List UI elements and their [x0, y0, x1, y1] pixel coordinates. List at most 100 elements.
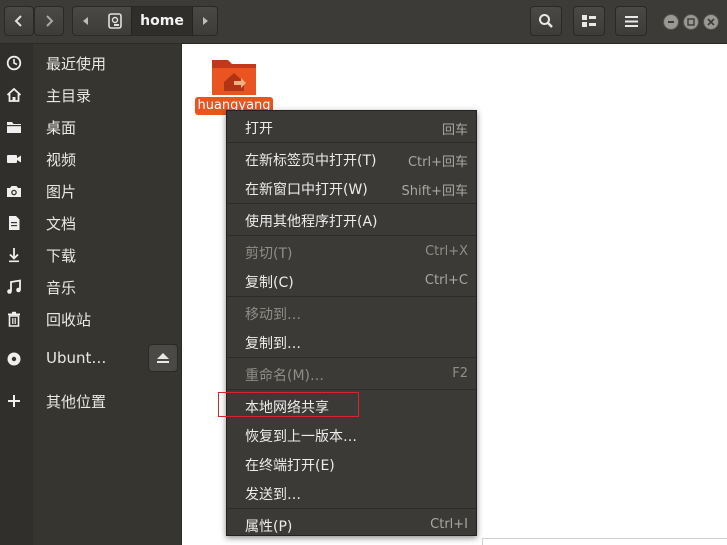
- context-menu: 打开 回车 在新标签页中打开(T) Ctrl+回车 在新窗口中打开(W) Shi…: [226, 110, 477, 536]
- header-bar: home: [0, 0, 727, 44]
- disc-icon: [5, 350, 22, 367]
- menu-item-label: 恢复到上一版本…: [245, 429, 357, 445]
- sidebar-item-desktop[interactable]: 桌面: [0, 110, 182, 142]
- menu-button[interactable]: [615, 6, 647, 36]
- menu-separator: [227, 203, 476, 204]
- menu-separator: [227, 357, 476, 358]
- menu-item-shortcut: Shift+回车: [401, 184, 468, 199]
- sidebar-item-downloads[interactable]: 下载: [0, 238, 182, 270]
- back-button[interactable]: [4, 6, 34, 36]
- annotation-highlight-box: [218, 392, 359, 417]
- view-toggle-button[interactable]: [573, 6, 605, 36]
- sidebar-item-documents[interactable]: 文档: [0, 206, 182, 238]
- document-icon: [5, 214, 22, 231]
- chevron-left-icon: [14, 15, 22, 27]
- menu-item-shortcut: Ctrl+C: [424, 273, 468, 288]
- triangle-left-icon: [83, 17, 88, 25]
- menu-item-open-new-tab[interactable]: 在新标签页中打开(T) Ctrl+回车: [227, 146, 476, 172]
- menu-item-label: 剪切(T): [245, 246, 293, 262]
- path-root-button[interactable]: [99, 7, 131, 35]
- menu-item-label: 在新窗口中打开(W): [245, 182, 368, 198]
- maximize-icon: [687, 18, 695, 26]
- sidebar-item-label: 文档: [46, 215, 77, 233]
- menu-separator: [227, 235, 476, 236]
- menu-item-send-to[interactable]: 发送到…: [227, 480, 476, 506]
- chevron-right-icon: [46, 15, 54, 27]
- sidebar-item-home[interactable]: 主目录: [0, 78, 182, 110]
- close-window-button[interactable]: [703, 14, 719, 30]
- background-window-edge: [482, 538, 727, 545]
- menu-item-label: 复制到…: [245, 336, 301, 352]
- menu-item-label: 在新标签页中打开(T): [245, 153, 377, 169]
- sidebar-item-ubuntu-drive[interactable]: Ubunt…: [0, 342, 182, 374]
- forward-button[interactable]: [34, 6, 64, 36]
- folder-icon: [5, 118, 22, 135]
- minimize-icon: [668, 21, 674, 23]
- menu-item-properties[interactable]: 属性(P) Ctrl+I: [227, 512, 476, 538]
- path-home-button[interactable]: home: [131, 7, 193, 35]
- grid-view-icon: [582, 15, 596, 27]
- sidebar-item-label: 下载: [46, 247, 77, 265]
- sidebar-item-other-locations[interactable]: 其他位置: [0, 384, 182, 416]
- drive-icon: [108, 13, 122, 29]
- menu-item-cut: 剪切(T) Ctrl+X: [227, 239, 476, 265]
- menu-item-rename: 重命名(M)… F2: [227, 361, 476, 387]
- menu-separator: [227, 508, 476, 509]
- home-icon: [5, 86, 22, 103]
- download-icon: [5, 246, 22, 263]
- close-icon: [707, 18, 715, 26]
- home-folder-item[interactable]: [210, 54, 258, 98]
- menu-item-open-with[interactable]: 使用其他程序打开(A): [227, 207, 476, 233]
- sidebar-item-label: 桌面: [46, 119, 77, 137]
- sidebar-item-music[interactable]: 音乐: [0, 270, 182, 302]
- sidebar-item-label: 其他位置: [46, 393, 107, 411]
- sidebar-item-videos[interactable]: 视频: [0, 142, 182, 174]
- menu-item-label: 移动到…: [245, 307, 301, 323]
- sidebar-item-trash[interactable]: 回收站: [0, 302, 182, 334]
- sidebar-item-label: 图片: [46, 183, 77, 201]
- sidebar-item-pictures[interactable]: 图片: [0, 174, 182, 206]
- triangle-right-icon: [203, 17, 208, 25]
- menu-item-open[interactable]: 打开 回车: [227, 114, 476, 140]
- clock-icon: [5, 54, 22, 71]
- sidebar-item-label: 音乐: [46, 279, 77, 297]
- path-scroll-left-button[interactable]: [73, 7, 99, 35]
- menu-item-label: 重命名(M)…: [245, 368, 325, 384]
- minimize-button[interactable]: [663, 14, 679, 30]
- menu-item-label: 在终端打开(E): [245, 458, 335, 474]
- menu-item-open-new-window[interactable]: 在新窗口中打开(W) Shift+回车: [227, 175, 476, 201]
- menu-item-revert-version[interactable]: 恢复到上一版本…: [227, 422, 476, 448]
- menu-item-label: 发送到…: [245, 487, 301, 503]
- camera-icon: [5, 182, 22, 199]
- menu-item-shortcut: Ctrl+I: [430, 517, 468, 532]
- trash-icon: [5, 310, 22, 327]
- plus-icon: [5, 392, 22, 409]
- sidebar-item-recent[interactable]: 最近使用: [0, 46, 182, 78]
- search-icon: [539, 14, 553, 28]
- search-button[interactable]: [530, 6, 562, 36]
- menu-separator: [227, 296, 476, 297]
- path-bar: home: [72, 6, 218, 36]
- path-scroll-right-button[interactable]: [193, 7, 217, 35]
- menu-item-move-to: 移动到…: [227, 300, 476, 326]
- sidebar-item-label: 视频: [46, 151, 77, 169]
- menu-item-shortcut: Ctrl+X: [425, 244, 468, 259]
- menu-item-label: 打开: [245, 121, 273, 137]
- music-icon: [5, 278, 22, 295]
- eject-button[interactable]: [148, 344, 178, 372]
- sidebar-item-label: Ubunt…: [46, 349, 107, 367]
- video-icon: [5, 150, 22, 167]
- maximize-button[interactable]: [683, 14, 699, 30]
- menu-item-shortcut: F2: [452, 366, 468, 381]
- menu-item-shortcut: 回车: [441, 123, 468, 138]
- menu-item-copy-to[interactable]: 复制到…: [227, 329, 476, 355]
- home-folder-icon: [212, 60, 256, 95]
- sidebar-item-label: 回收站: [46, 311, 92, 329]
- menu-separator: [227, 389, 476, 390]
- sidebar-item-label: 主目录: [46, 87, 92, 105]
- menu-item-open-terminal[interactable]: 在终端打开(E): [227, 451, 476, 477]
- menu-item-shortcut: Ctrl+回车: [407, 155, 468, 170]
- menu-item-copy[interactable]: 复制(C) Ctrl+C: [227, 268, 476, 294]
- eject-icon: [157, 353, 169, 363]
- hamburger-icon: [624, 15, 638, 27]
